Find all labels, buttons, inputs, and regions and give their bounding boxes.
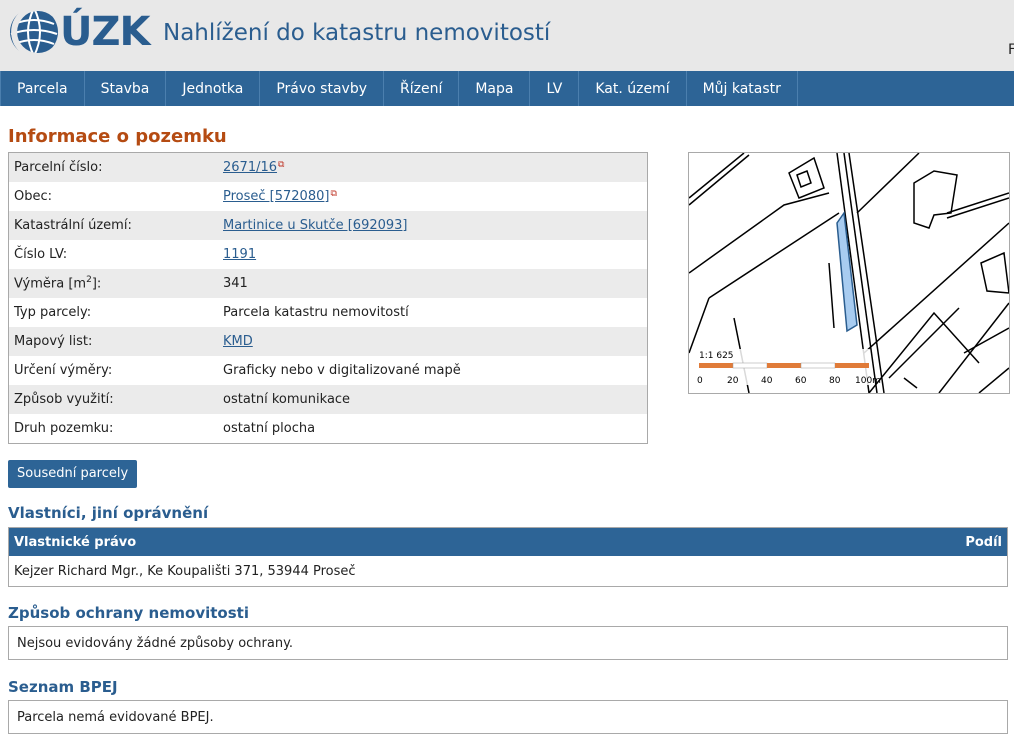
row-label: Typ parcely: [14,305,92,320]
lv-number-link[interactable]: 1191 [223,247,256,262]
parcel-info-title: Informace o pozemku [8,126,227,147]
cadastral-area-link[interactable]: Martinice u Skutče [692093] [223,218,408,233]
logo-text: ÚZK [60,9,150,55]
nav-pravo-stavby[interactable]: Právo stavby [260,71,384,106]
app-title: Nahlížení do katastru nemovitostí [163,20,551,46]
nav-mapa[interactable]: Mapa [459,71,531,106]
page-header: ÚZK Nahlížení do katastru nemovitostí F [0,0,1014,71]
nav-kat-uzemi[interactable]: Kat. území [579,71,687,106]
table-row: Katastrální území: Martinice u Skutče [6… [9,211,647,240]
table-row: Druh pozemku: ostatní plocha [9,414,647,443]
external-link-icon[interactable]: ⧉ [278,160,284,170]
table-row: Výměra [m2]: 341 [9,269,647,298]
table-row: Parcelní číslo: 2671/16⧉ [9,153,647,182]
row-label: Parcelní číslo: [14,160,103,175]
owner-row: Kejzer Richard Mgr., Ke Koupališti 371, … [9,556,1007,586]
municipality-link[interactable]: Proseč [572080] [223,189,329,204]
owners-title: Vlastníci, jiní oprávnění [8,504,209,522]
globe-icon [10,6,58,58]
row-value: 341 [223,276,248,291]
row-value: 1191 [223,247,647,262]
table-row: Číslo LV: 1191 [9,240,647,269]
row-label: Určení výměry: [14,363,113,378]
row-label: Způsob využití: [14,392,114,407]
table-row: Způsob využití: ostatní komunikace [9,385,647,414]
nav-muj-katastr[interactable]: Můj katastr [687,71,798,106]
row-value: Martinice u Skutče [692093] [223,218,647,233]
row-value: Proseč [572080]⧉ [223,189,647,204]
protection-box: Nejsou evidovány žádné způsoby ochrany. [8,626,1008,660]
table-row: Určení výměry: Graficky nebo v digitaliz… [9,356,647,385]
row-value: Parcela katastru nemovitostí [223,305,409,320]
bpej-box: Parcela nemá evidované BPEJ. [8,700,1008,734]
table-row: Mapový list: KMD [9,327,647,356]
table-row: Obec: Proseč [572080]⧉ [9,182,647,211]
scale-tick: 0 [697,376,703,386]
row-label: Druh pozemku: [14,421,114,436]
map-sheet-link[interactable]: KMD [223,334,253,349]
owners-table-header: Vlastnické právo Podíl [9,528,1007,556]
table-row: Typ parcely: Parcela katastru nemovitost… [9,298,647,327]
external-link-icon[interactable]: ⧉ [330,189,336,199]
nav-lv[interactable]: LV [530,71,580,106]
nav-jednotka[interactable]: Jednotka [166,71,261,106]
scale-tick: 60 [795,376,807,386]
row-label: Výměra [m2]: [14,275,102,292]
map-scale-label: 1:1 625 [699,351,734,361]
scale-tick: 100m [855,376,881,386]
main-nav: Parcela Stavba Jednotka Právo stavby Říz… [0,71,1014,106]
parcel-map-preview[interactable]: 1:1 625 0 20 40 60 80 100m [688,152,1010,394]
owners-table: Vlastnické právo Podíl Kejzer Richard Mg… [8,527,1008,587]
scale-tick: 20 [727,376,739,386]
cuzk-logo[interactable]: ÚZK [8,6,150,58]
nav-parcela[interactable]: Parcela [0,71,85,106]
bpej-title: Seznam BPEJ [8,678,118,696]
scale-tick: 40 [761,376,773,386]
row-label: Mapový list: [14,334,93,349]
row-value: Graficky nebo v digitalizované mapě [223,363,461,378]
ownership-right-header: Vlastnické právo [14,534,137,550]
row-value: ostatní plocha [223,421,316,436]
row-value: ostatní komunikace [223,392,351,407]
nav-rizeni[interactable]: Řízení [384,71,460,106]
protection-title: Způsob ochrany nemovitosti [8,604,249,622]
scale-tick: 80 [829,376,841,386]
row-label: Katastrální území: [14,218,132,233]
neighbour-parcels-button[interactable]: Sousední parcely [8,460,138,488]
row-label: Obec: [14,189,53,204]
row-label: Číslo LV: [14,247,68,262]
row-value: KMD [223,334,647,349]
parcel-info-table: Parcelní číslo: 2671/16⧉ Obec: Proseč [5… [8,152,648,444]
nav-stavba[interactable]: Stavba [85,71,167,106]
row-value: 2671/16⧉ [223,160,647,175]
parcel-number-link[interactable]: 2671/16 [223,160,277,175]
header-corner-text: F [1008,42,1014,58]
cadastral-map: 1:1 625 0 20 40 60 80 100m [689,153,1009,393]
share-header: Podíl [965,534,1002,550]
